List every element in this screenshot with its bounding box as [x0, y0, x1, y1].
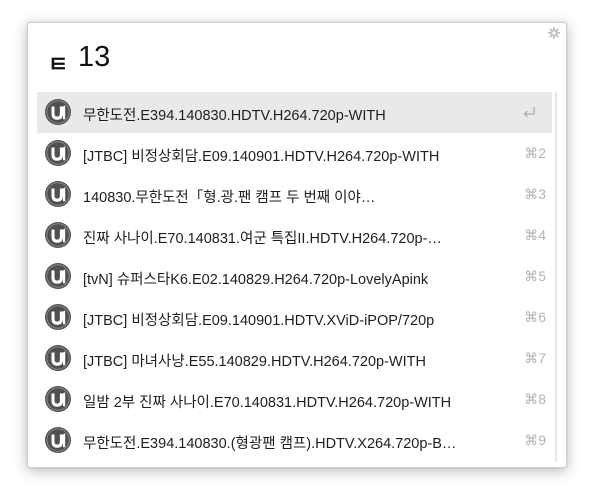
launcher-window: ㅌ 무한도전.E394.140830.HDTV.H264.720p-WITH [J… — [27, 22, 567, 468]
result-row[interactable]: 무한도전.E394.140830.(형광팬 캠프).HDTV.X264.720p… — [37, 420, 552, 461]
utorrent-icon — [45, 263, 71, 289]
result-shortcut: ⌘4 — [524, 227, 546, 243]
query-prefix: ㅌ — [48, 52, 68, 77]
result-shortcut: ⌘6 — [524, 309, 546, 325]
return-icon — [523, 107, 535, 118]
scrollbar[interactable] — [555, 92, 557, 462]
result-shortcut: ⌘8 — [524, 391, 546, 407]
result-title: [tvN] 슈퍼스타K6.E02.140829.H264.720p-Lovely… — [83, 272, 429, 288]
result-row[interactable]: 진짜 사나이.E70.140831.여군 특집II.HDTV.H264.720p… — [37, 215, 552, 256]
utorrent-icon — [45, 427, 71, 453]
result-row[interactable]: [JTBC] 비정상회담.E09.140901.HDTV.XViD-iPOP/7… — [37, 297, 552, 338]
utorrent-icon — [45, 386, 71, 412]
result-row[interactable]: [tvN] 슈퍼스타K6.E02.140829.H264.720p-Lovely… — [37, 256, 552, 297]
result-title: 140830.무한도전「형.광.팬 캠프 두 번째 이야… — [83, 190, 376, 206]
result-title: 일밤 2부 진짜 사나이.E70.140831.HDTV.H264.720p-W… — [83, 395, 452, 411]
utorrent-icon — [45, 99, 71, 125]
result-title: 무한도전.E394.140830.(형광팬 캠프).HDTV.X264.720p… — [83, 436, 457, 452]
utorrent-icon — [45, 140, 71, 166]
result-shortcut: ⌘7 — [524, 350, 546, 366]
result-title: 진짜 사나이.E70.140831.여군 특집II.HDTV.H264.720p… — [83, 231, 442, 247]
result-shortcut: ⌘5 — [524, 268, 546, 284]
result-title: 무한도전.E394.140830.HDTV.H264.720p-WITH — [83, 108, 386, 124]
result-row[interactable]: 무한도전.E394.140830.HDTV.H264.720p-WITH — [37, 92, 552, 133]
utorrent-icon — [45, 222, 71, 248]
utorrent-icon — [45, 181, 71, 207]
result-shortcut: ⌘2 — [524, 145, 546, 161]
search-bar: ㅌ — [28, 35, 568, 83]
result-shortcut: ⌘9 — [524, 432, 546, 448]
result-shortcut: ⌘3 — [524, 186, 546, 202]
result-row[interactable]: 일밤 2부 진짜 사나이.E70.140831.HDTV.H264.720p-W… — [37, 379, 552, 420]
result-title: [JTBC] 비정상회담.E09.140901.HDTV.H264.720p-W… — [83, 149, 440, 165]
results-list: 무한도전.E394.140830.HDTV.H264.720p-WITH [JTB… — [37, 92, 552, 462]
result-row[interactable]: 140830.무한도전「형.광.팬 캠프 두 번째 이야… ⌘3 — [37, 174, 552, 215]
utorrent-icon — [45, 304, 71, 330]
result-title: [JTBC] 비정상회담.E09.140901.HDTV.XViD-iPOP/7… — [83, 313, 435, 329]
search-input[interactable] — [78, 37, 538, 77]
utorrent-icon — [45, 345, 71, 371]
result-row[interactable]: [JTBC] 마녀사냥.E55.140829.HDTV.H264.720p-WI… — [37, 338, 552, 379]
result-title: [JTBC] 마녀사냥.E55.140829.HDTV.H264.720p-WI… — [83, 354, 426, 370]
result-row[interactable]: [JTBC] 비정상회담.E09.140901.HDTV.H264.720p-W… — [37, 133, 552, 174]
